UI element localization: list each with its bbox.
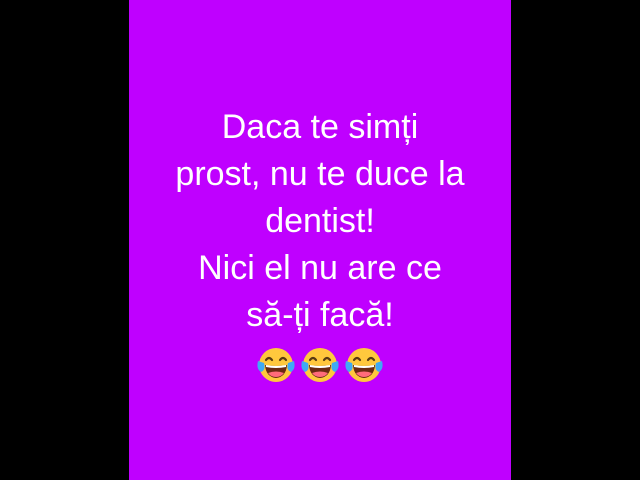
joke-line: să-ți facă! bbox=[246, 296, 394, 334]
joke-line: Nici el nu are ce bbox=[198, 249, 442, 287]
purple-panel: Daca te simți prost, nu te duce la denti… bbox=[129, 0, 511, 480]
face-with-tears-of-joy-icon bbox=[255, 344, 297, 386]
face-with-tears-of-joy-icon bbox=[299, 344, 341, 386]
joke-line: Daca te simți bbox=[221, 108, 419, 146]
face-with-tears-of-joy-icon bbox=[343, 344, 385, 386]
joke-line: prost, nu te duce la bbox=[175, 155, 465, 193]
joke-text: Daca te simți prost, nu te duce la denti… bbox=[129, 104, 511, 339]
joke-line: dentist! bbox=[265, 202, 375, 240]
video-frame: Daca te simți prost, nu te duce la denti… bbox=[0, 0, 640, 480]
emoji-row bbox=[129, 344, 511, 386]
